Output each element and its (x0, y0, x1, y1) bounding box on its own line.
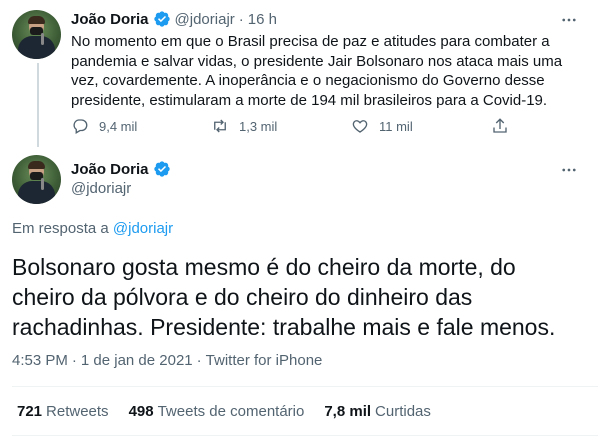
share-icon (493, 118, 507, 133)
tweet-time[interactable]: 4:53 PM (12, 352, 68, 369)
reply-count: 9,4 mil (99, 118, 138, 134)
more-icon (562, 18, 576, 22)
verified-icon (153, 161, 170, 177)
retweet-button[interactable]: 1,3 mil (211, 117, 291, 135)
more-button[interactable] (558, 160, 580, 180)
retweets-count: 721 (17, 403, 43, 420)
display-name[interactable]: João Doria (71, 161, 149, 178)
dot-separator: · (238, 10, 244, 28)
tweet-date[interactable]: 1 de jan de 2021 (81, 352, 193, 369)
retweet-count: 1,3 mil (239, 118, 278, 134)
comments-label: Tweets de comentário (157, 403, 305, 420)
avatar[interactable] (12, 155, 61, 204)
avatar[interactable] (12, 10, 61, 59)
verified-icon (153, 11, 170, 27)
reply-button[interactable]: 9,4 mil (71, 117, 151, 135)
likes-count: 7,8 mil (324, 403, 372, 420)
dot-separator: · (71, 352, 77, 369)
display-name[interactable]: João Doria (71, 11, 149, 28)
like-count: 11 mil (379, 118, 413, 134)
timestamp[interactable]: 16 h (248, 11, 277, 28)
tweet-stats: 721 Retweets 498 Tweets de comentário 7,8 … (17, 403, 431, 420)
likes-stat[interactable]: 7,8 mil Curtidas (324, 403, 431, 420)
tweet-meta: 4:53 PM · 1 de jan de 2021 · Twitter for… (12, 352, 322, 369)
reply-icon (73, 119, 88, 134)
share-button[interactable] (491, 117, 511, 135)
more-icon (562, 168, 576, 172)
tweet-text: No momento em que o Brasil precisa de pa… (71, 33, 563, 109)
reply-prefix: Em resposta a (12, 220, 109, 237)
comments-stat[interactable]: 498 Tweets de comentário (129, 403, 305, 420)
handle[interactable]: @jdoriajr (175, 11, 235, 28)
dot-separator: · (196, 352, 202, 369)
tweet-header: João Doria @jdoriajr · 16 h (71, 10, 277, 28)
more-button[interactable] (558, 10, 580, 30)
comments-count: 498 (128, 403, 154, 420)
retweets-stat[interactable]: 721 Retweets (17, 403, 109, 420)
thread-line (37, 63, 39, 147)
like-button[interactable]: 11 mil (351, 117, 431, 135)
retweets-label: Retweets (46, 403, 109, 420)
reply-context: Em resposta a @jdoriajr (12, 220, 173, 237)
tweet-text: Bolsonaro gosta mesmo é do cheiro da mor… (12, 254, 556, 340)
tweet-header: João Doria (71, 160, 171, 178)
tweet-source[interactable]: Twitter for iPhone (206, 352, 323, 369)
likes-label: Curtidas (375, 403, 431, 420)
retweet-icon (214, 119, 226, 133)
tweet-actions: 9,4 mil 1,3 mil 11 mil (71, 117, 511, 135)
reply-to-link[interactable]: @jdoriajr (113, 220, 173, 237)
handle[interactable]: @jdoriajr (71, 180, 131, 197)
divider (12, 386, 598, 387)
like-icon (352, 120, 368, 133)
